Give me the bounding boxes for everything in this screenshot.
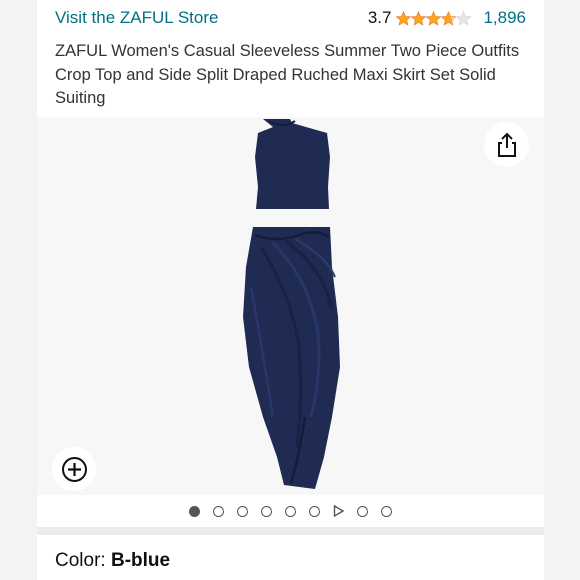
pagination-dot[interactable] bbox=[261, 505, 272, 517]
star-rating bbox=[396, 10, 472, 26]
rating-summary[interactable]: 3.7 1,896 bbox=[368, 8, 526, 28]
review-count-link[interactable]: 1,896 bbox=[483, 8, 526, 28]
pagination-dot[interactable] bbox=[285, 505, 296, 517]
pagination-dot[interactable] bbox=[309, 505, 320, 517]
star-icon bbox=[426, 10, 442, 26]
star-empty-icon bbox=[456, 10, 472, 26]
pagination-dot[interactable] bbox=[213, 505, 224, 517]
image-pagination bbox=[37, 495, 544, 527]
rating-value: 3.7 bbox=[367, 8, 392, 27]
store-link[interactable]: Visit the ZAFUL Store bbox=[55, 8, 218, 28]
color-value: B-blue bbox=[110, 550, 171, 571]
product-image[interactable] bbox=[37, 117, 544, 495]
zoom-button[interactable] bbox=[52, 447, 96, 491]
product-title: ZAFUL Women's Casual Sleeveless Summer T… bbox=[55, 42, 520, 107]
share-button[interactable] bbox=[484, 122, 529, 167]
product-header: Visit the ZAFUL Store 3.7 1,896 ZAFUL Wo… bbox=[37, 0, 544, 117]
share-icon bbox=[497, 132, 516, 157]
zoom-plus-icon bbox=[61, 456, 87, 482]
pagination-dot[interactable] bbox=[381, 505, 392, 517]
video-play-icon[interactable] bbox=[333, 505, 344, 517]
star-icon bbox=[411, 10, 427, 26]
color-label: Color: bbox=[55, 550, 111, 571]
product-detail-card: Visit the ZAFUL Store 3.7 1,896 ZAFUL Wo… bbox=[37, 0, 544, 580]
color-selection: Color: B-blue bbox=[55, 550, 170, 572]
pagination-dot[interactable] bbox=[237, 505, 248, 517]
pagination-dot-active[interactable] bbox=[189, 505, 200, 517]
star-half-icon bbox=[441, 10, 457, 26]
star-icon bbox=[396, 10, 412, 26]
crop-top-garment bbox=[255, 119, 330, 209]
pagination-dot[interactable] bbox=[357, 505, 368, 517]
section-divider bbox=[37, 527, 544, 535]
image-gallery[interactable] bbox=[37, 117, 544, 495]
